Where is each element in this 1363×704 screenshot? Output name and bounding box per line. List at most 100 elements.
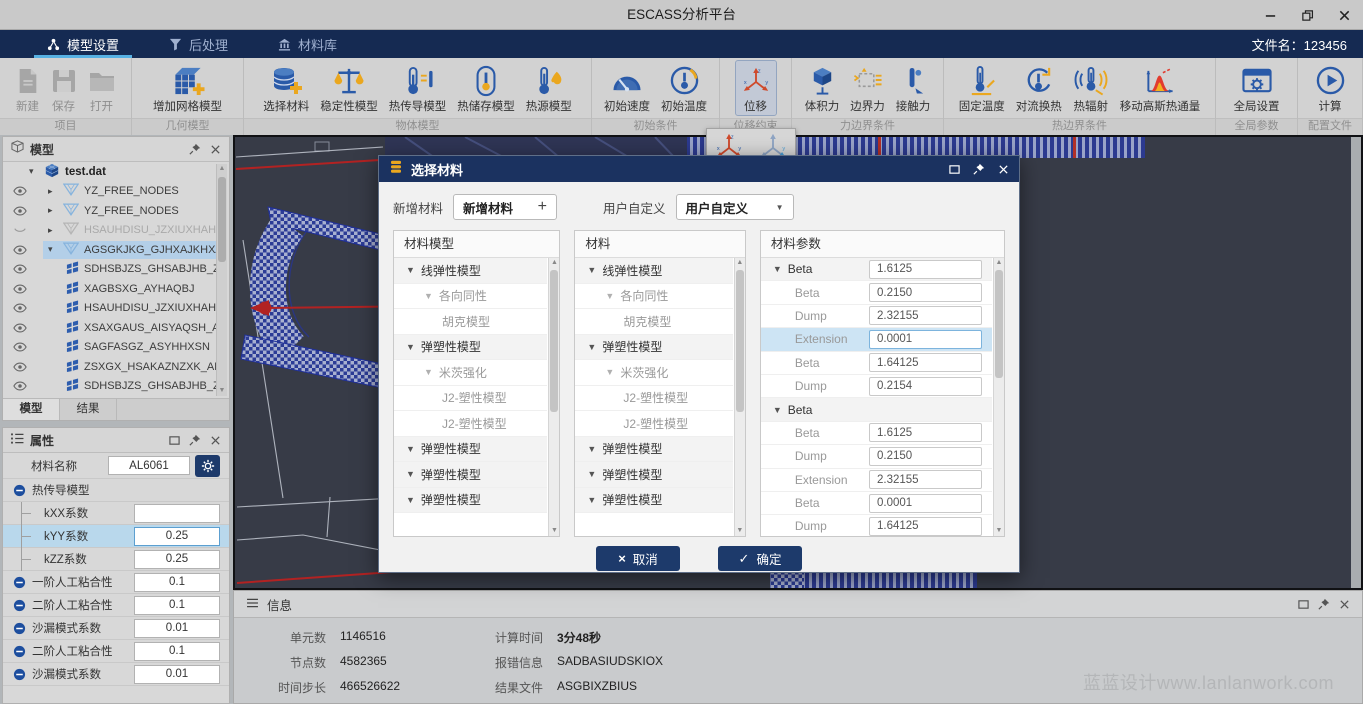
maximize-icon[interactable] (1298, 599, 1309, 610)
property-input[interactable]: 0.1 (134, 573, 220, 592)
param-input[interactable]: 1.6125 (869, 260, 982, 279)
add-icon[interactable]: + (538, 198, 547, 216)
ribbon-button-热储存模型[interactable]: 热储存模型 (452, 61, 520, 115)
eye-icon[interactable] (13, 245, 33, 255)
param-row[interactable]: Beta1.6125 (761, 422, 992, 445)
caret-icon[interactable]: ▾ (48, 244, 58, 255)
property-row[interactable]: 一阶人工粘合性0.1 (3, 571, 229, 594)
ribbon-button-新建[interactable]: 新建 (11, 61, 45, 115)
property-input[interactable]: 0.01 (134, 665, 220, 684)
pin-icon[interactable] (189, 434, 201, 446)
tree-item[interactable]: SDHSBJZS_GHSABJHB_ZAHU (3, 377, 216, 397)
material-tree-item[interactable]: ▼线弹性模型 (575, 258, 732, 284)
eye-off-icon[interactable] (13, 225, 33, 235)
minimize-icon[interactable] (1264, 9, 1277, 22)
close-icon[interactable] (1339, 599, 1350, 610)
tree-item[interactable]: ▸YZ_FREE_NODES (3, 182, 216, 202)
material-tree-item[interactable]: 胡克模型 (394, 309, 547, 335)
property-input[interactable]: 0.1 (134, 642, 220, 661)
param-input[interactable]: 0.2150 (869, 447, 982, 466)
tab-后处理[interactable]: 后处理 (156, 30, 241, 58)
collapse-icon[interactable] (13, 622, 26, 635)
property-input[interactable]: 0.1 (134, 596, 220, 615)
property-row[interactable]: 沙漏模式系数0.01 (3, 663, 229, 686)
tree-item[interactable]: XAGBSXG_AYHAQBJ (3, 279, 216, 299)
close-icon[interactable] (998, 164, 1009, 175)
param-row[interactable]: Dump1.64125 (761, 515, 992, 536)
material-tree-item[interactable]: ▼各向同性 (394, 284, 547, 310)
restore-icon[interactable] (1301, 9, 1314, 22)
material-tree-item[interactable]: ▼米茨强化 (394, 360, 547, 386)
property-input[interactable]: 0.25 (134, 550, 220, 569)
eye-icon[interactable] (13, 323, 33, 333)
ribbon-button-计算[interactable]: 计算 (1310, 61, 1351, 115)
param-input[interactable]: 0.0001 (869, 330, 982, 349)
scrollbar[interactable]: ▲▼ (993, 258, 1004, 536)
param-row[interactable]: Extension2.32155 (761, 469, 992, 492)
ribbon-button-热源模型[interactable]: 热源模型 (521, 61, 577, 115)
ribbon-button-打开[interactable]: 打开 (83, 61, 121, 115)
collapse-icon[interactable] (13, 645, 26, 658)
material-tree-item[interactable]: J2-塑性模型 (575, 386, 732, 412)
ribbon-button-初始速度[interactable]: 初始速度 (599, 61, 655, 115)
param-row[interactable]: Beta1.64125 (761, 352, 992, 375)
material-tree-item[interactable]: ▼米茨强化 (575, 360, 732, 386)
material-tree-item[interactable]: ▼弹塑性模型 (575, 462, 732, 488)
caret-down-icon[interactable]: ▼ (605, 367, 614, 377)
caret-down-icon[interactable]: ▼ (773, 264, 782, 274)
caret-down-icon[interactable]: ▼ (406, 444, 415, 454)
material-name-input[interactable]: AL6061 (108, 456, 190, 475)
material-tree-item[interactable]: ▼各向同性 (575, 284, 732, 310)
property-row[interactable]: kYY系数0.25 (3, 525, 229, 548)
param-input[interactable]: 1.64125 (869, 353, 982, 372)
eye-icon[interactable] (13, 284, 33, 294)
ribbon-button-体积力[interactable]: 体积力 (800, 61, 845, 115)
tab-材料库[interactable]: 材料库 (265, 30, 350, 58)
ok-button[interactable]: ✓ 确定 (718, 546, 802, 571)
material-tree-item[interactable]: J2-塑性模型 (394, 386, 547, 412)
ribbon-button-稳定性模型[interactable]: 稳定性模型 (315, 61, 383, 115)
caret-down-icon[interactable]: ▼ (587, 444, 596, 454)
tree-item[interactable]: ▸HSAUHDISU_JZXIUXHAHX (3, 221, 216, 241)
panel-tab-模型[interactable]: 模型 (3, 399, 60, 420)
tree-item[interactable]: SDHSBJZS_GHSABJHB_ZAHU (3, 260, 216, 280)
ribbon-button-固定温度[interactable]: 固定温度 (954, 61, 1010, 115)
material-tree-item[interactable]: ▼弹塑性模型 (394, 437, 547, 463)
ribbon-button-边界力[interactable]: 边界力 (845, 61, 890, 115)
property-row[interactable]: 热传导模型 (3, 479, 229, 502)
param-input[interactable]: 0.0001 (869, 494, 982, 513)
eye-icon[interactable] (13, 186, 33, 196)
model-tree-scrollbar[interactable]: ▲▼ (216, 164, 227, 396)
param-input[interactable]: 0.2154 (869, 377, 982, 396)
scrollbar[interactable]: ▲▼ (734, 258, 745, 536)
caret-icon[interactable]: ▸ (48, 225, 58, 236)
property-input[interactable] (134, 504, 220, 523)
eye-icon[interactable] (13, 381, 33, 391)
collapse-icon[interactable] (13, 576, 26, 589)
caret-icon[interactable]: ▸ (48, 205, 58, 216)
tree-item[interactable]: ▸YZ_FREE_NODES (3, 201, 216, 221)
caret-down-icon[interactable]: ▼ (406, 265, 415, 275)
property-row[interactable]: 二阶人工粘合性0.1 (3, 594, 229, 617)
material-tree-item[interactable]: ▼线弹性模型 (394, 258, 547, 284)
material-settings-button[interactable] (195, 455, 220, 477)
material-tree-item[interactable]: J2-塑性模型 (575, 411, 732, 437)
caret-down-icon[interactable]: ▼ (587, 265, 596, 275)
property-input[interactable]: 0.25 (134, 527, 220, 546)
close-icon[interactable] (1338, 9, 1351, 22)
ribbon-button-位移[interactable]: zxy位移 (736, 61, 776, 115)
collapse-icon[interactable] (13, 599, 26, 612)
caret-down-icon[interactable]: ▼ (424, 291, 433, 301)
caret-down-icon[interactable]: ▼ (406, 469, 415, 479)
ribbon-button-热传导模型[interactable]: 热传导模型 (384, 61, 452, 115)
ribbon-button-选择材料[interactable]: 选择材料 (258, 61, 314, 115)
ribbon-button-初始温度[interactable]: 初始温度 (656, 61, 712, 115)
param-input[interactable]: 2.32155 (869, 470, 982, 489)
tree-item[interactable]: HSAUHDISU_JZXIUXHAHX (3, 299, 216, 319)
ribbon-button-接触力[interactable]: 接触力 (891, 61, 936, 115)
caret-down-icon[interactable]: ▼ (587, 342, 596, 352)
material-tree-item[interactable]: ▼弹塑性模型 (575, 488, 732, 514)
caret-down-icon[interactable]: ▼ (587, 469, 596, 479)
eye-icon[interactable] (13, 342, 33, 352)
param-input[interactable]: 2.32155 (869, 306, 982, 325)
